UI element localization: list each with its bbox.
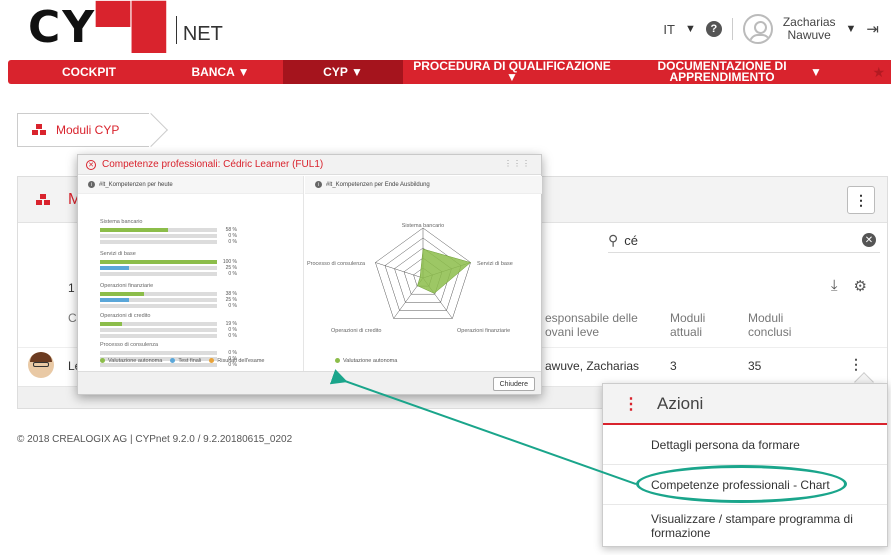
annotation-arrow bbox=[329, 369, 637, 485]
